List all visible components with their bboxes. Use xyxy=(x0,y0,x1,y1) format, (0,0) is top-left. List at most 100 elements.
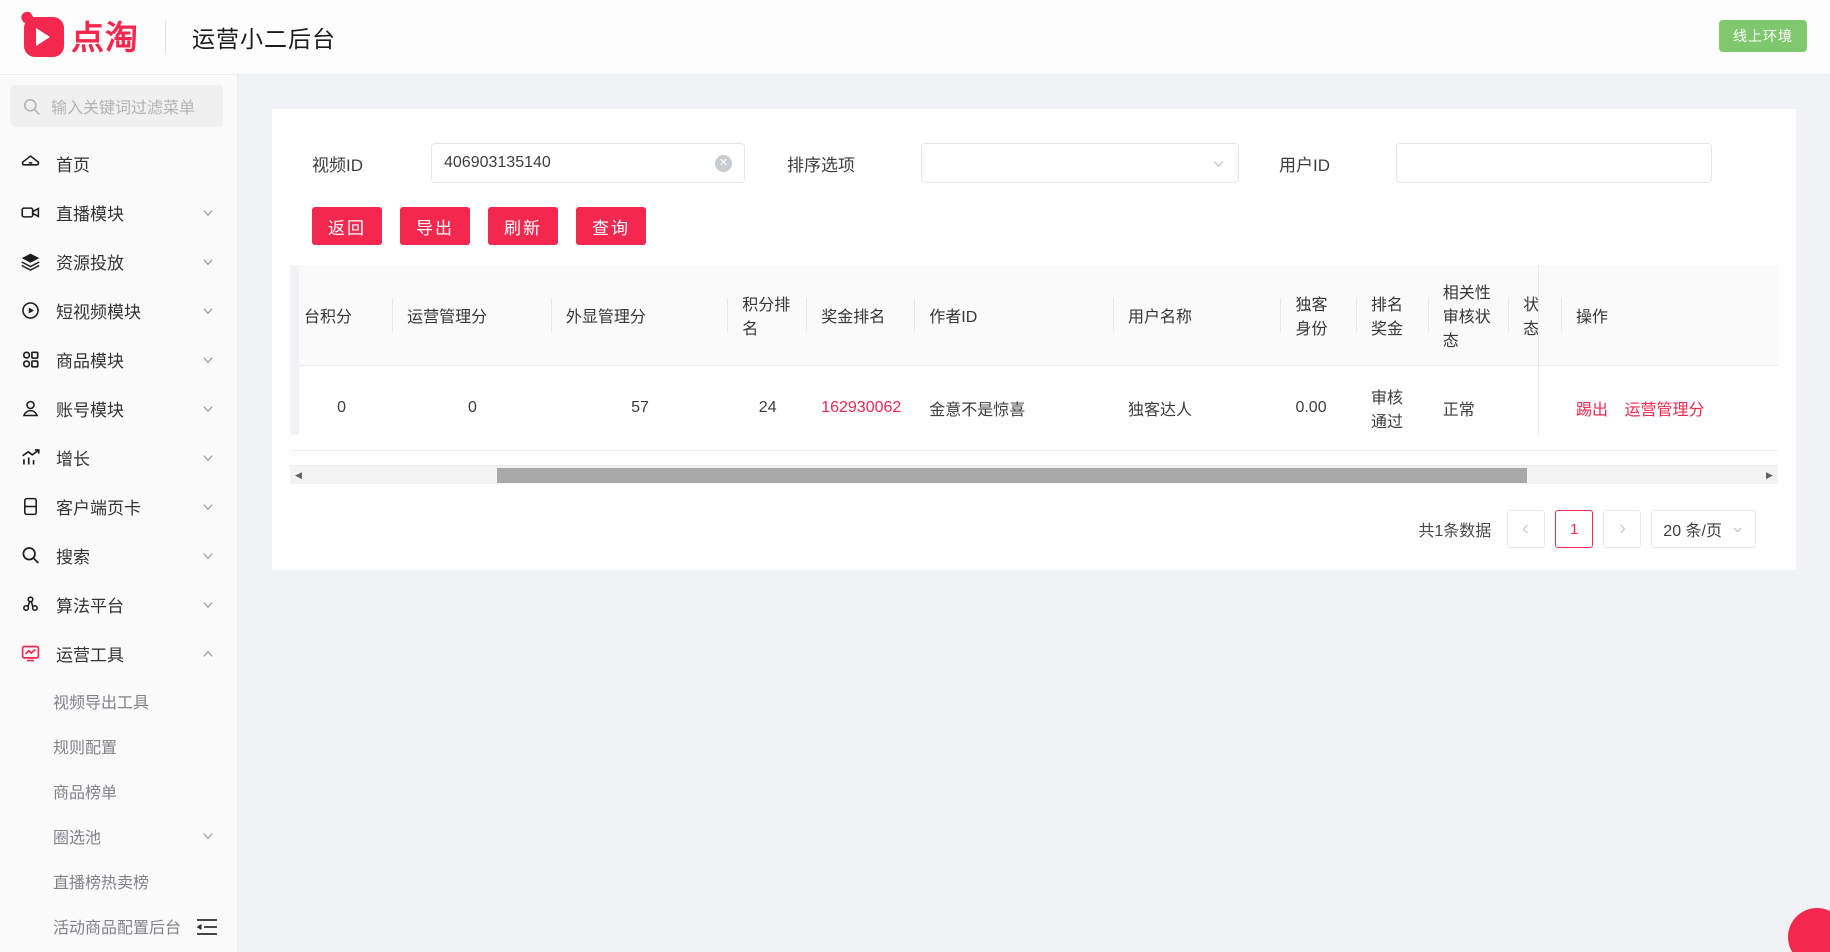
pagination-prev-button[interactable] xyxy=(1507,510,1546,548)
sidebar-item-account-module[interactable]: 账号模块 xyxy=(0,384,237,433)
column-header-public-manage-score[interactable]: 外显管理分 xyxy=(551,265,729,366)
sort-option-field: 排序选项 xyxy=(787,143,1239,183)
column-header-author-id[interactable]: 作者ID xyxy=(915,265,1115,366)
ops-manage-score-link[interactable]: 运营管理分 xyxy=(1624,402,1704,419)
cell-ops-manage-score: 0 xyxy=(393,365,552,451)
column-header-operation[interactable]: 操作 xyxy=(1561,265,1778,366)
export-button[interactable]: 导出 xyxy=(400,207,470,245)
cell-rank-bonus: 审核通过 xyxy=(1356,365,1429,451)
sidebar-item-label: 商品模块 xyxy=(56,352,124,371)
sidebar-item-ops-tools[interactable]: 运营工具 xyxy=(0,629,237,678)
sidebar: 输入关键词过滤菜单 首页 直播模块 资源投放 短视频模块 商品模块 账号模块 增… xyxy=(0,75,238,952)
sort-option-select[interactable] xyxy=(921,143,1239,183)
logo-text: 点淘 xyxy=(71,18,139,56)
chevron-down-icon xyxy=(201,304,215,318)
sidebar-item-live-module[interactable]: 直播模块 xyxy=(0,188,237,237)
table-body: 0 0 57 24 162930062 金意不是惊喜 独客达人 0.00 审核通… xyxy=(290,365,1778,451)
user-id-label: 用户ID xyxy=(1279,155,1330,175)
sidebar-item-label: 直播模块 xyxy=(56,205,124,224)
column-header-ops-manage-score[interactable]: 运营管理分 xyxy=(393,265,552,366)
cell-operation: 踢出 运营管理分 xyxy=(1561,365,1778,451)
sidebar-item-live-hot-ranking[interactable]: 直播榜热卖榜 xyxy=(0,858,237,903)
sidebar-item-search[interactable]: 搜索 xyxy=(0,531,237,580)
page-size-select[interactable]: 20 条/页 xyxy=(1651,510,1756,548)
algorithm-icon xyxy=(20,594,46,615)
kick-out-link[interactable]: 踢出 xyxy=(1576,402,1608,419)
sidebar-item-short-video-module[interactable]: 短视频模块 xyxy=(0,286,237,335)
sidebar-item-rule-config[interactable]: 规则配置 xyxy=(0,723,237,768)
back-button[interactable]: 返回 xyxy=(312,207,382,245)
chevron-down-icon xyxy=(1731,523,1744,536)
sidebar-item-label: 短视频模块 xyxy=(56,303,141,322)
pagination: 共1条数据 1 20 条/页 xyxy=(290,484,1778,548)
scrollbar-track[interactable] xyxy=(307,466,1761,485)
user-id-input[interactable] xyxy=(1396,143,1712,183)
cell-exclusive-identity: 0.00 xyxy=(1281,365,1357,451)
column-header-exclusive-identity[interactable]: 独客身份 xyxy=(1281,265,1357,366)
sidebar-item-selection-pool[interactable]: 圈选池 xyxy=(0,813,237,858)
refresh-button[interactable]: 刷新 xyxy=(488,207,558,245)
search-icon xyxy=(20,545,46,566)
arrow-right-icon[interactable]: ▶ xyxy=(1761,466,1778,485)
sidebar-item-label: 账号模块 xyxy=(56,401,124,420)
column-header-status[interactable]: 状态 xyxy=(1509,265,1562,366)
pagination-page-1[interactable]: 1 xyxy=(1555,510,1594,548)
collapse-menu-icon[interactable] xyxy=(189,910,223,944)
header-divider xyxy=(165,21,166,53)
sidebar-item-product-module[interactable]: 商品模块 xyxy=(0,335,237,384)
video-id-value: 406903135140 xyxy=(444,154,551,171)
filter-form: 视频ID 406903135140 ✕ 排序选项 用户ID xyxy=(290,135,1778,191)
sidebar-item-video-export-tool[interactable]: 视频导出工具 xyxy=(0,678,237,723)
query-button[interactable]: 查询 xyxy=(576,207,646,245)
grid-apps-icon xyxy=(20,349,46,370)
column-header-bonus-rank[interactable]: 奖金排名 xyxy=(807,265,916,366)
cell-relevance-audit-status: 正常 xyxy=(1428,365,1510,451)
sidebar-item-label: 首页 xyxy=(56,156,90,175)
chart-growth-icon xyxy=(20,447,46,468)
column-header-platform-score[interactable]: 台积分 xyxy=(290,265,394,366)
sidebar-item-label: 算法平台 xyxy=(56,597,124,616)
menu-filter-placeholder: 输入关键词过滤菜单 xyxy=(51,100,196,117)
table-row[interactable]: 0 0 57 24 162930062 金意不是惊喜 独客达人 0.00 审核通… xyxy=(290,365,1778,451)
sidebar-item-label: 增长 xyxy=(56,450,90,469)
sidebar-item-resource-delivery[interactable]: 资源投放 xyxy=(0,237,237,286)
chevron-down-icon xyxy=(201,549,215,563)
sort-option-label: 排序选项 xyxy=(787,155,855,175)
brand-logo[interactable]: 点淘 xyxy=(24,17,139,57)
cell-author-id: 金意不是惊喜 xyxy=(915,365,1115,451)
sidebar-item-client-tab[interactable]: 客户端页卡 xyxy=(0,482,237,531)
submenu-item-label: 视频导出工具 xyxy=(53,694,150,712)
pagination-next-button[interactable] xyxy=(1603,510,1642,548)
menu-filter-input[interactable]: 输入关键词过滤菜单 xyxy=(10,85,223,127)
column-header-user-name[interactable]: 用户名称 xyxy=(1114,265,1282,366)
table-horizontal-scrollbar[interactable]: ◀ ▶ xyxy=(290,465,1778,484)
scrollbar-thumb[interactable] xyxy=(497,467,1527,483)
sidebar-item-product-ranking[interactable]: 商品榜单 xyxy=(0,768,237,813)
user-icon xyxy=(20,398,46,419)
pagination-total: 共1条数据 xyxy=(1418,523,1492,540)
chevron-down-icon xyxy=(201,451,215,465)
sidebar-menu: 首页 直播模块 资源投放 短视频模块 商品模块 账号模块 增长 客户端页卡 搜索… xyxy=(0,133,237,948)
chevron-down-icon xyxy=(201,206,215,220)
environment-badge: 线上环境 xyxy=(1719,20,1807,52)
home-icon xyxy=(20,153,46,174)
video-id-input[interactable]: 406903135140 ✕ xyxy=(431,143,745,183)
dianta o-play-logo-icon xyxy=(24,17,64,57)
table-header: 台积分 运营管理分 外显管理分 积分排名 奖金排名 作者ID 用户名称 独客身份… xyxy=(290,265,1778,366)
sidebar-item-home[interactable]: 首页 xyxy=(0,139,237,188)
column-header-rank-bonus[interactable]: 排名奖金 xyxy=(1356,265,1429,366)
chevron-down-icon xyxy=(201,500,215,514)
submenu-item-label: 商品榜单 xyxy=(53,784,118,802)
page-title: 运营小二后台 xyxy=(192,26,336,52)
sidebar-item-algorithm-platform[interactable]: 算法平台 xyxy=(0,580,237,629)
sidebar-item-growth[interactable]: 增长 xyxy=(0,433,237,482)
cell-user-name: 独客达人 xyxy=(1114,365,1282,451)
clear-circle-icon[interactable]: ✕ xyxy=(715,154,732,172)
page-size-value: 20 条/页 xyxy=(1663,523,1722,540)
data-table: 台积分 运营管理分 外显管理分 积分排名 奖金排名 作者ID 用户名称 独客身份… xyxy=(290,265,1778,451)
arrow-left-icon[interactable]: ◀ xyxy=(290,466,307,485)
column-header-score-rank[interactable]: 积分排名 xyxy=(728,265,808,366)
cell-bonus-rank: 162930062 xyxy=(807,365,916,451)
column-header-relevance-audit-status[interactable]: 相关性审核状态 xyxy=(1428,265,1510,366)
chevron-down-icon xyxy=(1211,156,1226,171)
